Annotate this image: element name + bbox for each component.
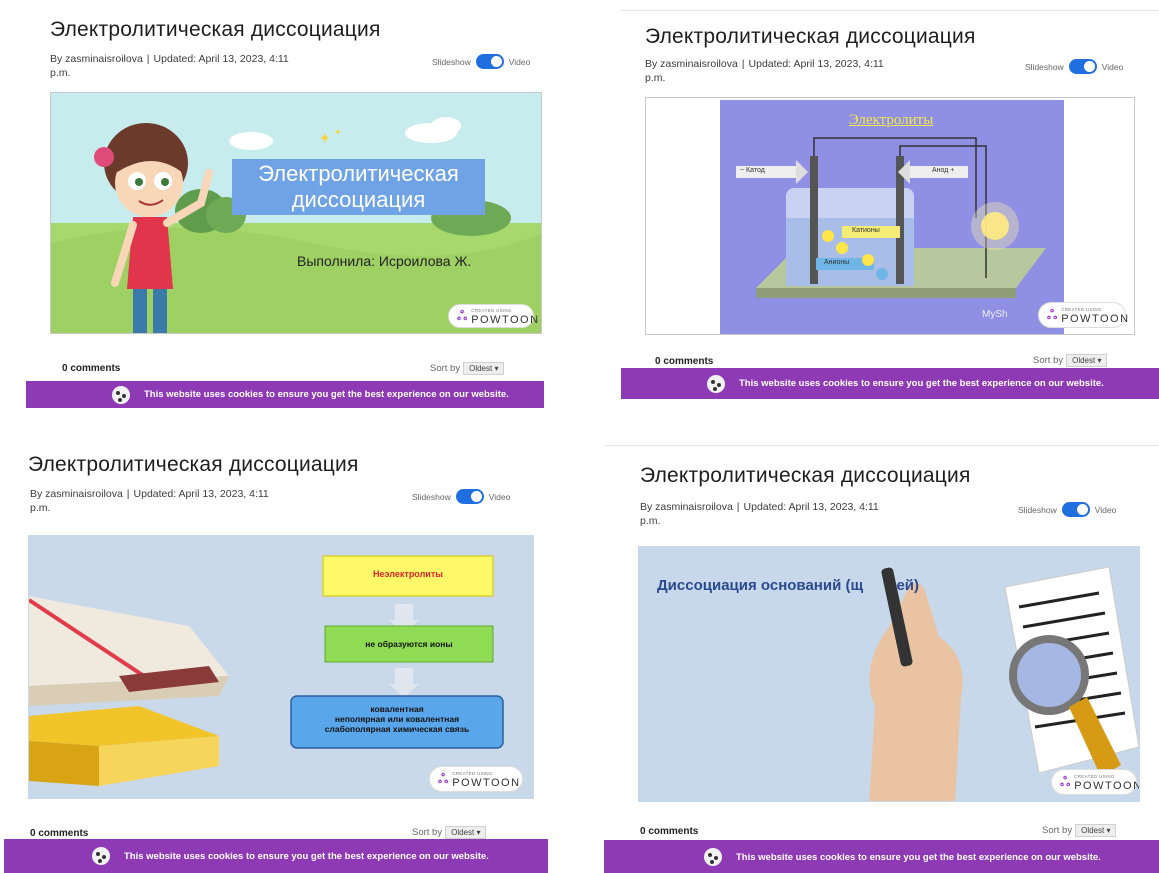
panel-bottom-left: Электролитическая диссоциация By zasmina… bbox=[0, 445, 548, 873]
view-toggle: Slideshow Video bbox=[1025, 59, 1123, 74]
panel-top-right: Электролитическая диссоциация By zasmina… bbox=[621, 10, 1159, 408]
powtoon-badge[interactable]: ஃ CREATED USING POWTOON bbox=[429, 766, 523, 792]
cookie-icon bbox=[92, 847, 110, 865]
sort-select[interactable]: Oldest ▾ bbox=[1075, 824, 1117, 837]
slideshow-label: Slideshow bbox=[432, 56, 471, 67]
comments-count: 0 comments bbox=[30, 828, 89, 839]
sort-label: Sort by bbox=[430, 363, 461, 374]
updated-date: Updated: April 13, 2023, 4:11 bbox=[743, 501, 879, 513]
svg-text:✦: ✦ bbox=[334, 127, 342, 137]
sort-control: Sort by Oldest ▾ bbox=[430, 362, 505, 375]
sort-label: Sort by bbox=[412, 827, 443, 838]
author-link[interactable]: By zasminaisroilova bbox=[640, 501, 733, 513]
panel-bottom-right: Электролитическая диссоциация By zasmina… bbox=[604, 445, 1159, 873]
view-toggle: Slideshow Video bbox=[432, 54, 530, 69]
slide-2-illustration bbox=[720, 100, 1064, 334]
cookie-text: This website uses cookies to ensure you … bbox=[124, 850, 489, 862]
post-meta: By zasminaisroilova | Updated: April 13, 2… bbox=[640, 501, 879, 527]
nonelectrolytes-box: Неэлектролиты bbox=[373, 569, 443, 579]
slideshow-label: Slideshow bbox=[1018, 504, 1057, 515]
cookie-text: This website uses cookies to ensure you … bbox=[739, 378, 1104, 389]
cookie-banner: This website uses cookies to ensure you … bbox=[4, 839, 548, 873]
video-label: Video bbox=[1101, 61, 1124, 72]
video-label: Video bbox=[488, 491, 511, 502]
slide-4-heading: Диссоциация оснований (щ ей) bbox=[657, 577, 920, 594]
sort-control: Sort by Oldest ▾ bbox=[1042, 824, 1117, 837]
view-toggle: Slideshow Video bbox=[412, 489, 510, 504]
sort-select[interactable]: Oldest ▾ bbox=[445, 826, 487, 839]
covalent-bond-box: ковалентная неполярная или ковалентная с… bbox=[324, 704, 470, 734]
sort-control: Sort by Oldest ▾ bbox=[1033, 354, 1108, 367]
comments-count: 0 comments bbox=[62, 363, 121, 374]
cookie-text: This website uses cookies to ensure you … bbox=[736, 851, 1101, 863]
powtoon-badge[interactable]: ஃ CREATED USING POWTOON bbox=[448, 304, 538, 328]
page-title: Электролитическая диссоциация bbox=[28, 453, 359, 476]
cookie-icon bbox=[707, 374, 725, 393]
powtoon-logo-icon: ஃ bbox=[1060, 774, 1071, 789]
post-meta: By zasminaisroilova | Updated: April 13, 2… bbox=[30, 488, 269, 514]
powtoon-logo-icon: ஃ bbox=[1047, 307, 1058, 322]
page-title: Электролитическая диссоциация bbox=[645, 25, 976, 48]
slide-1-heading: Электролитическая диссоциация bbox=[258, 161, 459, 212]
video-label: Video bbox=[1094, 504, 1117, 515]
slide-4[interactable]: Диссоциация оснований (щ ей) ஃ CREATED U… bbox=[638, 546, 1140, 802]
slideshow-video-switch[interactable] bbox=[455, 489, 484, 504]
comments-count: 0 comments bbox=[640, 826, 699, 837]
slide-2[interactable]: Электролиты − Катод Анод + Катионы Анион… bbox=[645, 97, 1135, 335]
cookie-text: This website uses cookies to ensure you … bbox=[144, 389, 509, 400]
sort-select[interactable]: Oldest ▾ bbox=[463, 362, 505, 375]
powtoon-logo-icon: ஃ bbox=[438, 771, 449, 786]
video-label: Video bbox=[508, 56, 531, 67]
anions-label: Анионы bbox=[824, 259, 850, 266]
slide-3[interactable]: Неэлектролиты не образуются ионы ковален… bbox=[28, 535, 534, 799]
cookie-banner: This website uses cookies to ensure you … bbox=[604, 840, 1159, 873]
cathode-label: − Катод bbox=[740, 167, 765, 174]
view-toggle: Slideshow Video bbox=[1018, 502, 1116, 517]
slideshow-label: Slideshow bbox=[1025, 61, 1064, 72]
page-title: Электролитическая диссоциация bbox=[50, 18, 381, 41]
no-ions-box: не образуются ионы bbox=[365, 639, 453, 649]
cookie-icon bbox=[704, 848, 722, 866]
comments-count: 0 comments bbox=[655, 356, 714, 367]
sort-select[interactable]: Oldest ▾ bbox=[1066, 354, 1108, 367]
powtoon-logo-icon: ஃ bbox=[457, 308, 468, 323]
sort-label: Sort by bbox=[1033, 355, 1064, 366]
cookie-banner: This website uses cookies to ensure you … bbox=[26, 381, 544, 408]
post-meta: By zasminaisroilova | Updated: April 13, 2… bbox=[645, 58, 884, 84]
panel-top-left: Электролитическая диссоциация By zasmina… bbox=[26, 10, 544, 408]
updated-date: Updated: April 13, 2023, 4:11 bbox=[153, 53, 289, 65]
slide-1-illustration: ✦ ✦ bbox=[51, 93, 541, 333]
cations-label: Катионы bbox=[852, 227, 880, 234]
cookie-icon bbox=[112, 385, 130, 404]
slide-2-heading: Электролиты bbox=[848, 112, 934, 128]
slideshow-video-switch[interactable] bbox=[475, 54, 504, 69]
watermark: MySh bbox=[982, 309, 1008, 320]
author-link[interactable]: By zasminaisroilova bbox=[50, 53, 143, 65]
svg-text:✦: ✦ bbox=[319, 130, 331, 146]
post-meta: By zasminaisroilova | Updated: April 13, 2… bbox=[50, 53, 289, 79]
slide-1[interactable]: ✦ ✦ Электролитическая диссоциация Выполн… bbox=[50, 92, 542, 334]
sort-control: Sort by Oldest ▾ bbox=[412, 826, 487, 839]
cookie-banner: This website uses cookies to ensure you … bbox=[621, 368, 1159, 399]
powtoon-badge[interactable]: ஃ CREATED USING POWTOON bbox=[1051, 769, 1139, 795]
updated-date: Updated: April 13, 2023, 4:11 bbox=[133, 488, 269, 500]
slideshow-video-switch[interactable] bbox=[1068, 59, 1097, 74]
powtoon-badge[interactable]: ஃ CREATED USING POWTOON bbox=[1038, 302, 1128, 328]
author-link[interactable]: By zasminaisroilova bbox=[645, 58, 738, 70]
author-link[interactable]: By zasminaisroilova bbox=[30, 488, 123, 500]
sort-label: Sort by bbox=[1042, 825, 1073, 836]
slideshow-label: Slideshow bbox=[412, 491, 451, 502]
page-title: Электролитическая диссоциация bbox=[640, 464, 971, 487]
updated-date: Updated: April 13, 2023, 4:11 bbox=[748, 58, 884, 70]
slide-1-performer: Выполнила: Исроилова Ж. bbox=[297, 253, 472, 269]
anode-label: Анод + bbox=[932, 167, 955, 174]
slideshow-video-switch[interactable] bbox=[1061, 502, 1090, 517]
